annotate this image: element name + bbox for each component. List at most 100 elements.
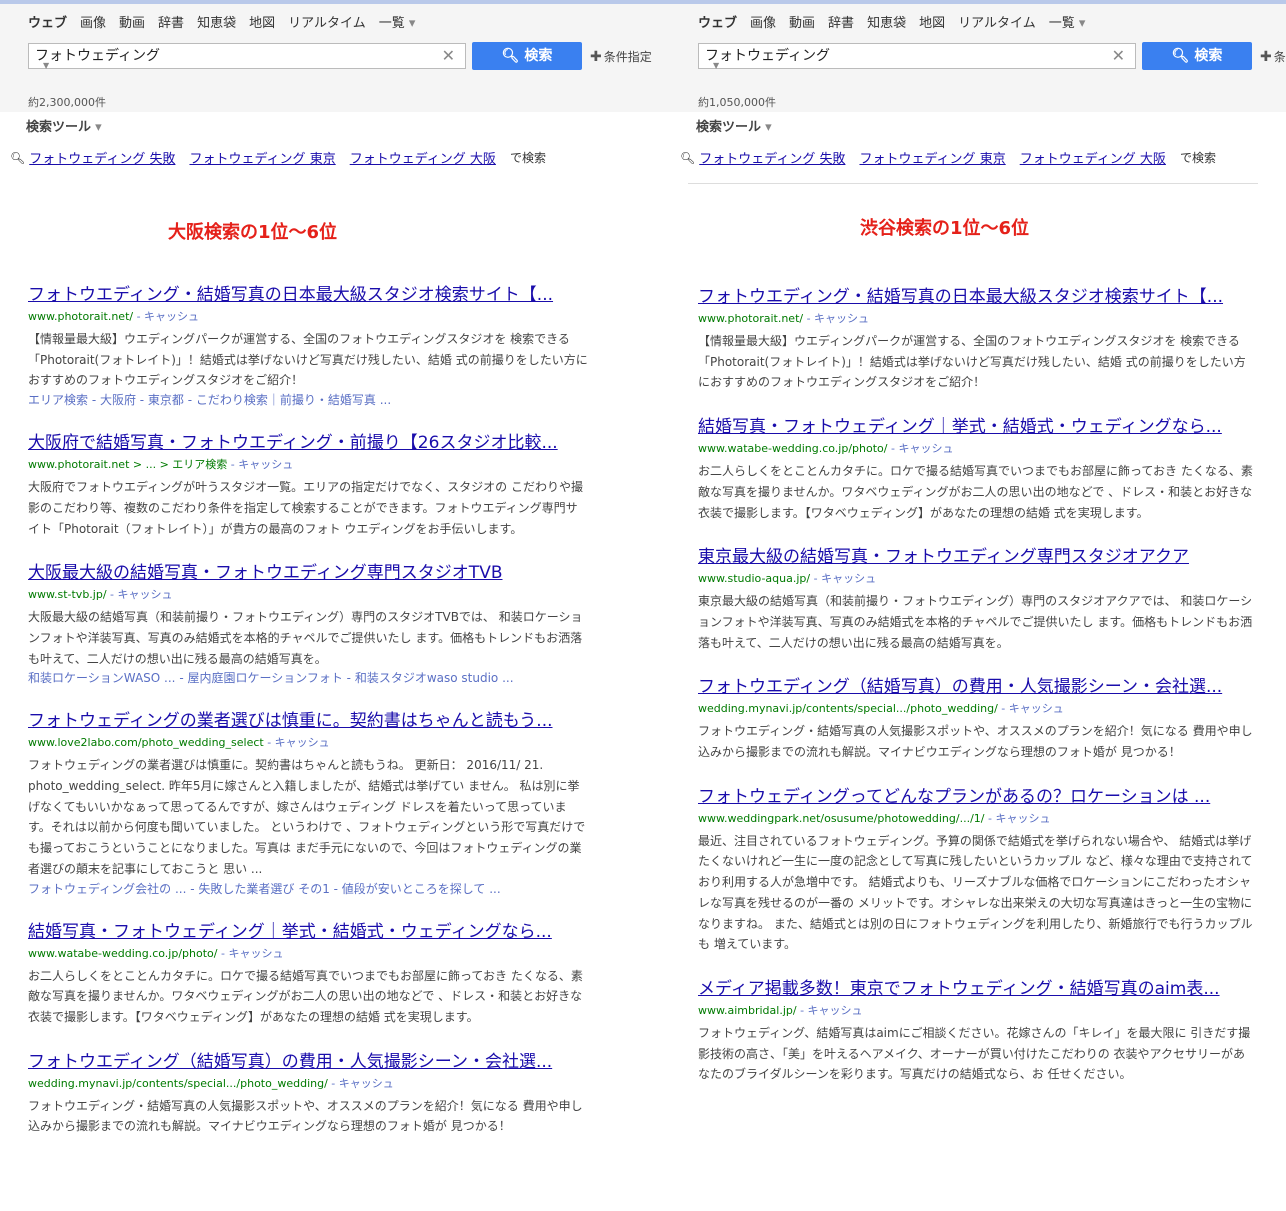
tab-2[interactable]: 動画 xyxy=(119,12,145,31)
left-search-pane: ウェブ画像動画辞書知恵袋地図リアルタイム一覧フォトウェディング ✕ ▼ 🔍︎ 検索 ✚条… xyxy=(0,0,670,1211)
condition-button[interactable]: ✚条件指定 xyxy=(1260,48,1286,65)
tab-3[interactable]: 辞書 xyxy=(828,12,854,31)
cache-link[interactable]: - キャッシュ xyxy=(887,442,953,455)
clear-icon[interactable]: ✕ xyxy=(1112,44,1125,68)
search-result: フォトウエディング・結婚写真の日本最大級スタジオ検索サイト【... www.pho… xyxy=(698,286,1254,393)
result-sitelinks[interactable]: フォトウェディング会社の ... - 失敗した業者選び その1 - 値段が安いと… xyxy=(28,880,588,898)
clear-icon[interactable]: ✕ xyxy=(442,44,455,68)
tab-7[interactable]: 一覧 xyxy=(379,12,416,31)
search-result: 東京最大級の結婚写真・フォトウエディング専門スタジオアクア www.studio-… xyxy=(698,546,1254,653)
result-title-link[interactable]: フォトウエディング・結婚写真の日本最大級スタジオ検索サイト【... xyxy=(28,284,588,306)
search-input[interactable]: フォトウェディング ✕ ▼ xyxy=(28,43,466,70)
cache-link[interactable]: - キャッシュ xyxy=(107,588,172,601)
cache-link[interactable]: - キャッシュ xyxy=(984,812,1050,825)
cache-link[interactable]: - キャッシュ xyxy=(328,1077,393,1090)
tab-7[interactable]: 一覧 xyxy=(1049,12,1086,31)
result-snippet: フォトウエディング・結婚写真の人気撮影スポットや、オススメのプランを紹介！気にな… xyxy=(28,1098,583,1134)
vertical-tabs: ウェブ 画像 動画 辞書 知恵袋 地図 リアルタイム 一覧 xyxy=(698,12,1098,31)
result-title-link[interactable]: 大阪府で結婚写真・フォトウエディング・前撮り【26スタジオ比較... xyxy=(28,432,588,454)
result-title-link[interactable]: 結婚写真・フォトウェディング｜挙式・結婚式・ウェディングなら... xyxy=(28,921,588,943)
result-title-link[interactable]: フォトウエディング・結婚写真の日本最大級スタジオ検索サイト【... xyxy=(698,286,1254,308)
result-title-link[interactable]: フォトウェディングってどんなプランがあるの？ロケーションは ... xyxy=(698,786,1254,808)
condition-button[interactable]: ✚条件指定 xyxy=(590,48,652,65)
result-snippet: 最近、注目されているフォトウェディング。予算の関係で結婚式を挙げられない場合や、… xyxy=(698,833,1253,952)
related-search-link[interactable]: フォトウェディング 失敗 xyxy=(29,148,175,167)
tab-0[interactable]: ウェブ xyxy=(698,12,737,31)
result-count: 約1,050,000件 xyxy=(698,96,776,109)
cache-link[interactable]: - キャッシュ xyxy=(803,312,869,325)
result-snippet: 大阪最大級の結婚写真（和装前撮り・フォトウエディング）専門のスタジオTVBでは、… xyxy=(28,610,583,666)
related-search-link[interactable]: フォトウェディング 東京 xyxy=(189,148,335,167)
tab-5[interactable]: 地図 xyxy=(919,12,945,31)
related-searches: 🔍︎ フォトウェディング 失敗 フォトウェディング 東京 フォトウェディング 大阪 で検… xyxy=(680,148,1216,168)
cache-link[interactable]: - キャッシュ xyxy=(133,310,199,323)
cache-link[interactable]: - キャッシュ xyxy=(797,1004,862,1017)
search-button[interactable]: 🔍︎ 検索 xyxy=(472,42,582,70)
search-result: フォトウェディングの業者選びは慎重に。契約書はちゃんと読もう... www.lov… xyxy=(28,710,588,897)
result-url: www.watabe-wedding.co.jp/photo/ - キャッシュ xyxy=(698,441,1254,457)
search-header: ウェブ画像動画辞書知恵袋地図リアルタイム一覧フォトウェディング ✕ ▼ 🔍︎ 検索 ✚条… xyxy=(670,4,1286,112)
result-sitelinks[interactable]: 和装ロケーションWASO ... - 屋内庭園ロケーションフォト - 和装スタジ… xyxy=(28,669,588,687)
annotation-label: 大阪検索の1位～6位 xyxy=(168,222,338,243)
result-title-link[interactable]: メディア掲載多数！東京でフォトウェディング・結婚写真のaim表... xyxy=(698,978,1254,1000)
tab-5[interactable]: 地図 xyxy=(249,12,275,31)
result-title-link[interactable]: 東京最大級の結婚写真・フォトウエディング専門スタジオアクア xyxy=(698,546,1254,568)
tab-1[interactable]: 画像 xyxy=(80,12,106,31)
related-search-link[interactable]: フォトウェディング 大阪 xyxy=(350,148,496,167)
search-button[interactable]: 🔍︎ 検索 xyxy=(1142,42,1252,70)
search-button-label: 検索 xyxy=(524,48,553,64)
result-title-link[interactable]: フォトウエディング（結婚写真）の費用・人気撮影シーン・会社選... xyxy=(28,1051,588,1073)
result-url-text: www.aimbridal.jp/ xyxy=(698,1003,797,1017)
cache-link[interactable]: - キャッシュ xyxy=(227,458,293,471)
result-snippet: フォトウエディング・結婚写真の人気撮影スポットや、オススメのプランを紹介！気にな… xyxy=(698,724,1253,760)
result-url: www.st-tvb.jp/ - キャッシュ xyxy=(28,587,588,603)
cache-link[interactable]: - キャッシュ xyxy=(264,736,329,749)
result-title-link[interactable]: フォトウェディングの業者選びは慎重に。契約書はちゃんと読もう... xyxy=(28,710,588,732)
divider xyxy=(688,183,1258,184)
result-url: www.love2labo.com/photo_wedding_select -… xyxy=(28,735,588,751)
vertical-tabs: ウェブ 画像 動画 辞書 知恵袋 地図 リアルタイム 一覧 xyxy=(28,12,428,31)
annotation-label: 渋谷検索の1位～6位 xyxy=(860,218,1030,239)
tab-2[interactable]: 動画 xyxy=(789,12,815,31)
search-result: メディア掲載多数！東京でフォトウェディング・結婚写真のaim表... www.ai… xyxy=(698,978,1254,1085)
search-result: 大阪府で結婚写真・フォトウエディング・前撮り【26スタジオ比較... www.ph… xyxy=(28,432,588,539)
suggest-caret-icon[interactable]: ▼ xyxy=(713,54,719,78)
cache-link[interactable]: - キャッシュ xyxy=(998,702,1063,715)
result-list: フォトウエディング・結婚写真の日本最大級スタジオ検索サイト【... www.pho… xyxy=(698,286,1254,1108)
result-title-link[interactable]: 結婚写真・フォトウェディング｜挙式・結婚式・ウェディングなら... xyxy=(698,416,1254,438)
suggest-caret-icon[interactable]: ▼ xyxy=(43,54,49,78)
result-url-text: www.photorait.net/ xyxy=(28,310,134,323)
result-title-link[interactable]: フォトウエディング（結婚写真）の費用・人気撮影シーン・会社選... xyxy=(698,676,1254,698)
search-button-label: 検索 xyxy=(1194,48,1223,64)
result-url: wedding.mynavi.jp/contents/special.../ph… xyxy=(28,1076,588,1092)
result-snippet: お二人らしくをとことんカタチに。ロケで撮る結婚写真でいつまでもお部屋に飾っておき… xyxy=(28,968,583,1024)
related-search-link[interactable]: フォトウェディング 失敗 xyxy=(699,148,845,167)
search-tools-button[interactable]: 検索ツール xyxy=(696,116,772,135)
tab-3[interactable]: 辞書 xyxy=(158,12,184,31)
right-search-pane: ウェブ画像動画辞書知恵袋地図リアルタイム一覧フォトウェディング ✕ ▼ 🔍︎ 検索 ✚条… xyxy=(670,0,1286,1211)
result-url-text: www.love2labo.com/photo_wedding_select xyxy=(28,736,264,750)
tab-6[interactable]: リアルタイム xyxy=(958,12,1036,31)
result-sitelinks[interactable]: エリア検索 - 大阪府 - 東京都 - こだわり検索｜前撮り・結婚写真 ... xyxy=(28,391,588,409)
result-url-text: wedding.mynavi.jp/contents/special.../ph… xyxy=(28,1076,328,1090)
search-input[interactable]: フォトウェディング ✕ ▼ xyxy=(698,43,1136,70)
search-query: フォトウェディング xyxy=(35,48,161,64)
tab-0[interactable]: ウェブ xyxy=(28,12,67,31)
tab-6[interactable]: リアルタイム xyxy=(288,12,366,31)
condition-label: 条件指定 xyxy=(603,49,652,64)
search-tools-button[interactable]: 検索ツール xyxy=(26,116,102,135)
magnifier-icon: 🔍︎ xyxy=(680,150,696,165)
plus-icon: ✚ xyxy=(1260,48,1272,65)
result-url: wedding.mynavi.jp/contents/special.../ph… xyxy=(698,701,1254,717)
tab-1[interactable]: 画像 xyxy=(750,12,776,31)
result-url-text: www.st-tvb.jp/ xyxy=(28,588,107,602)
cache-link[interactable]: - キャッシュ xyxy=(217,947,283,960)
cache-link[interactable]: - キャッシュ xyxy=(810,572,876,585)
tab-4[interactable]: 知恵袋 xyxy=(867,12,906,31)
related-search-link[interactable]: フォトウェディング 大阪 xyxy=(1020,148,1166,167)
related-search-link[interactable]: フォトウェディング 東京 xyxy=(859,148,1005,167)
result-title-link[interactable]: 大阪最大級の結婚写真・フォトウエディング専門スタジオTVB xyxy=(28,562,588,584)
tab-4[interactable]: 知恵袋 xyxy=(197,12,236,31)
search-result: フォトウエディング・結婚写真の日本最大級スタジオ検索サイト【... www.pho… xyxy=(28,284,588,409)
search-result: フォトウエディング（結婚写真）の費用・人気撮影シーン・会社選... wedding… xyxy=(698,676,1254,762)
